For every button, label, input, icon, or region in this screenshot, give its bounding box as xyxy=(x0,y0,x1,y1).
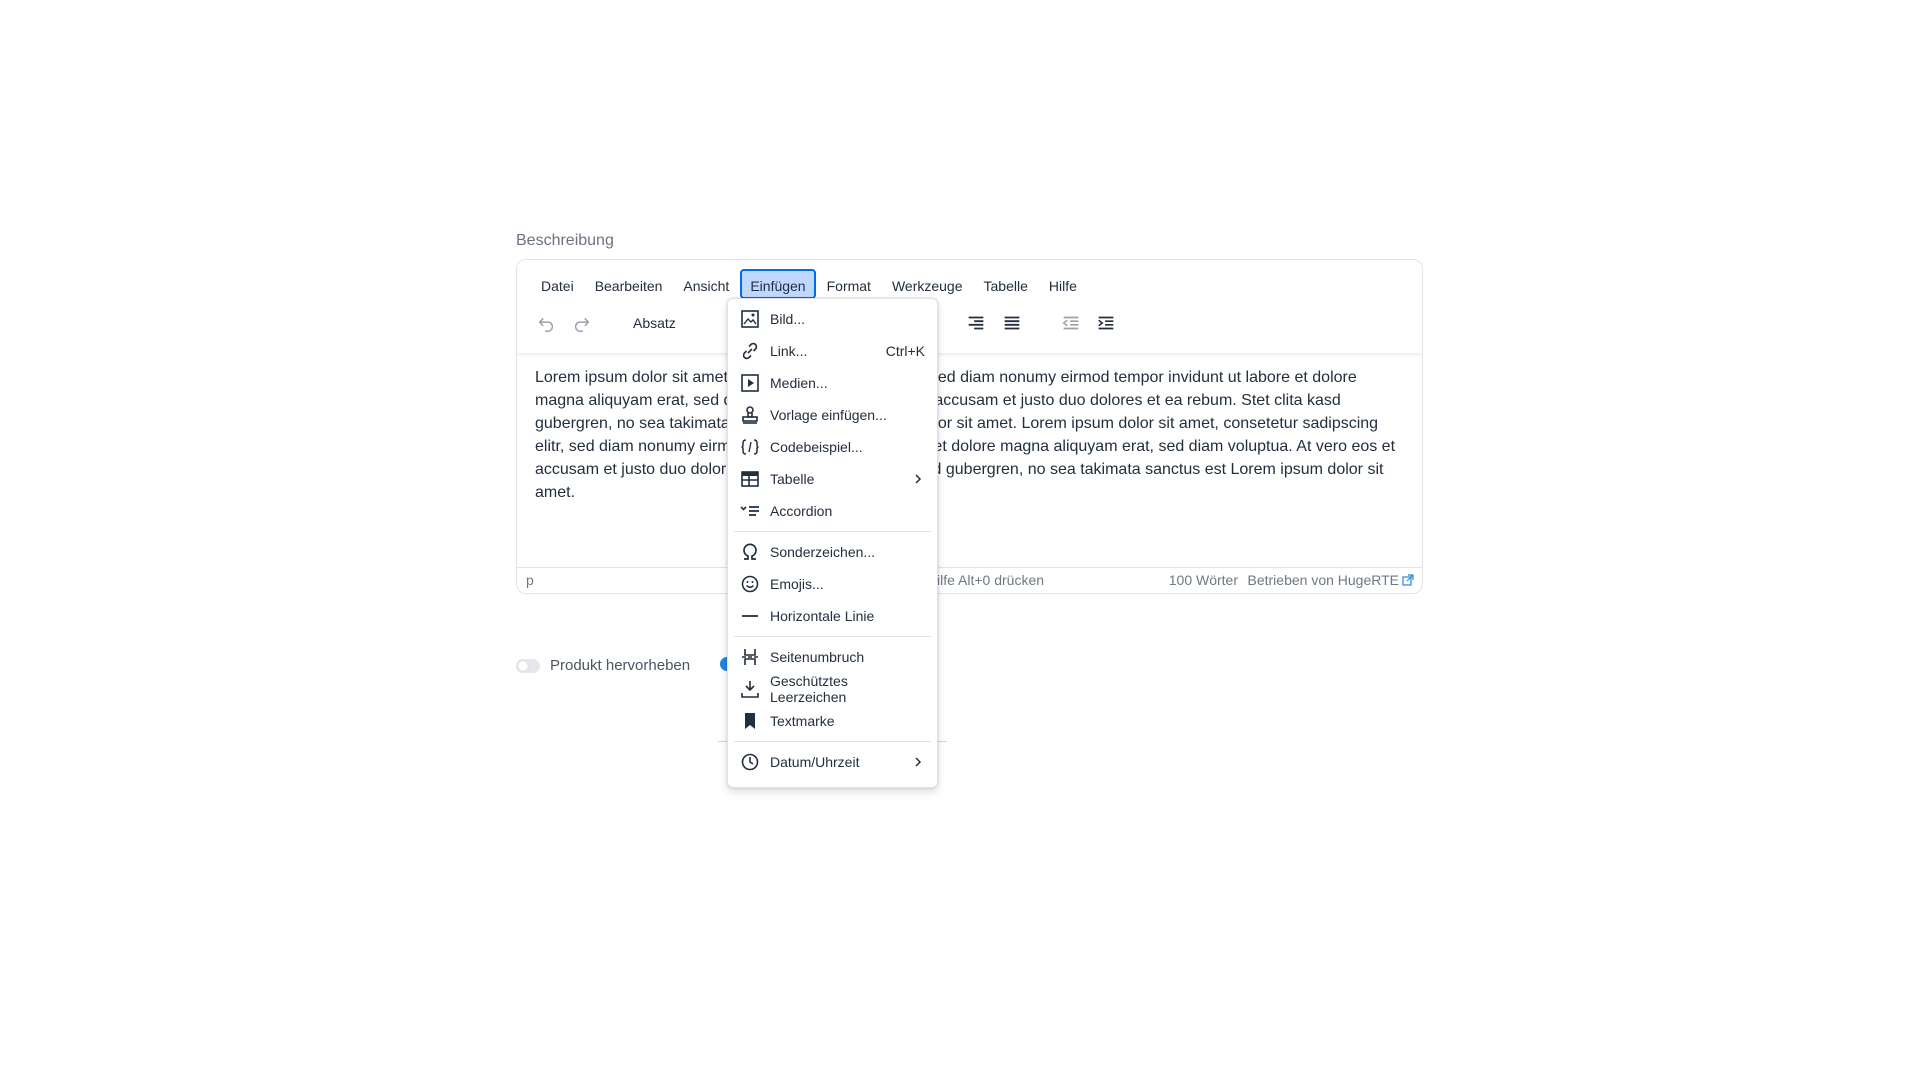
menu-item-nbsp[interactable]: Geschütztes Leerzeichen xyxy=(728,673,937,705)
menu-item-label: Horizontale Linie xyxy=(770,608,875,624)
align-justify-button[interactable] xyxy=(995,306,1029,340)
editor-header: Datei Bearbeiten Ansicht Einfügen Format… xyxy=(517,260,1422,353)
page-break-icon xyxy=(740,647,760,667)
undo-icon xyxy=(538,317,554,332)
highlight-toggle[interactable] xyxy=(516,658,540,673)
menu-item-page-break[interactable]: Seitenumbruch xyxy=(728,641,937,673)
table-icon xyxy=(740,469,760,489)
menu-item-label: Medien... xyxy=(770,375,828,391)
menu-item-horizontal-rule[interactable]: Horizontale Linie xyxy=(728,600,937,632)
menu-item-accordion[interactable]: Accordion xyxy=(728,495,937,527)
menu-item-label: Datum/Uhrzeit xyxy=(770,754,860,770)
blocks-select[interactable]: Absatz xyxy=(629,309,743,337)
omega-icon xyxy=(740,542,760,562)
menu-item-datetime[interactable]: Datum/Uhrzeit xyxy=(728,746,937,778)
link-icon xyxy=(740,341,760,361)
highlight-toggle-label: Produkt hervorheben xyxy=(550,657,691,674)
branding-link[interactable]: Betrieben von HugeRTE xyxy=(1248,572,1415,588)
shortcut-label: Ctrl+K xyxy=(885,343,925,359)
menu-item-special-char[interactable]: Sonderzeichen... xyxy=(728,536,937,568)
code-sample-icon xyxy=(740,437,760,457)
horizontal-rule-icon xyxy=(740,606,760,626)
outdent-button[interactable] xyxy=(1054,306,1088,340)
element-path[interactable]: p xyxy=(526,572,534,588)
indent-button[interactable] xyxy=(1089,306,1123,340)
menubar: Datei Bearbeiten Ansicht Einfügen Format… xyxy=(531,269,1088,299)
menu-hilfe[interactable]: Hilfe xyxy=(1039,269,1087,299)
menu-item-image[interactable]: Bild... xyxy=(728,303,937,335)
menu-separator xyxy=(734,636,931,637)
chevron-right-icon xyxy=(915,474,922,484)
nbsp-icon xyxy=(740,679,760,699)
clock-icon xyxy=(740,752,760,772)
menu-item-label: Sonderzeichen... xyxy=(770,544,876,560)
editor-content[interactable]: Lorem ipsum dolor sit amet, consetetur s… xyxy=(535,366,1405,504)
menu-item-media[interactable]: Medien... xyxy=(728,367,937,399)
menu-datei[interactable]: Datei xyxy=(531,269,584,299)
word-count[interactable]: 100 Wörter xyxy=(1169,572,1238,588)
menu-item-link[interactable]: Link... Ctrl+K xyxy=(728,335,937,367)
menu-item-label: Geschütztes Leerzeichen xyxy=(770,673,848,705)
align-right-button[interactable] xyxy=(959,306,993,340)
redo-button[interactable] xyxy=(565,306,599,340)
redo-icon xyxy=(574,317,590,332)
image-icon xyxy=(740,309,760,329)
align-right-icon xyxy=(968,316,984,330)
menu-format[interactable]: Format xyxy=(817,269,881,299)
menu-item-table[interactable]: Tabelle xyxy=(728,463,937,495)
outdent-icon xyxy=(1062,316,1079,330)
menu-werkzeuge[interactable]: Werkzeuge xyxy=(882,269,973,299)
highlight-toggle-row: Produkt hervorheben xyxy=(516,657,690,674)
menu-item-label: Tabelle xyxy=(770,471,815,487)
undo-button[interactable] xyxy=(529,306,563,340)
menu-item-template[interactable]: Vorlage einfügen... xyxy=(728,399,937,431)
field-label: Beschreibung xyxy=(516,232,614,249)
menu-item-label: Seitenumbruch xyxy=(770,649,865,665)
menu-item-emoji[interactable]: Emojis... xyxy=(728,568,937,600)
bookmark-icon xyxy=(740,711,760,731)
menu-einfuegen[interactable]: Einfügen xyxy=(740,269,816,299)
menu-item-code-sample[interactable]: Codebeispiel... xyxy=(728,431,937,463)
menu-item-label: Emojis... xyxy=(770,576,824,592)
menu-item-label: Textmarke xyxy=(770,713,835,729)
statusbar: p Für Hilfe Alt+0 drücken 100 Wörter Bet… xyxy=(517,567,1422,593)
branding-label: Betrieben von HugeRTE xyxy=(1247,572,1400,588)
external-link-icon xyxy=(1402,574,1414,586)
indent-icon xyxy=(1098,316,1114,330)
menu-bearbeiten[interactable]: Bearbeiten xyxy=(585,269,673,299)
menu-item-bookmark[interactable]: Textmarke xyxy=(728,705,937,737)
insert-menu-dropdown: Bild... Link... Ctrl+K Medien... Vorlage… xyxy=(727,298,938,788)
align-justify-icon xyxy=(1004,316,1020,330)
menu-item-label: Vorlage einfügen... xyxy=(770,407,887,423)
toolbar: Absatz xyxy=(529,306,1409,340)
menu-separator xyxy=(734,531,931,532)
rich-text-editor: Datei Bearbeiten Ansicht Einfügen Format… xyxy=(516,259,1423,594)
accordion-icon xyxy=(740,501,760,521)
menu-item-label: Link... xyxy=(770,343,808,359)
menu-ansicht[interactable]: Ansicht xyxy=(673,269,739,299)
menu-item-label: Codebeispiel... xyxy=(770,439,863,455)
menu-item-label: Bild... xyxy=(770,311,806,327)
template-icon xyxy=(740,405,760,425)
chevron-right-icon xyxy=(915,757,922,767)
menu-separator xyxy=(734,741,931,742)
menu-item-label: Accordion xyxy=(770,503,833,519)
media-icon xyxy=(740,373,760,393)
emoji-icon xyxy=(740,574,760,594)
menu-tabelle[interactable]: Tabelle xyxy=(974,269,1038,299)
